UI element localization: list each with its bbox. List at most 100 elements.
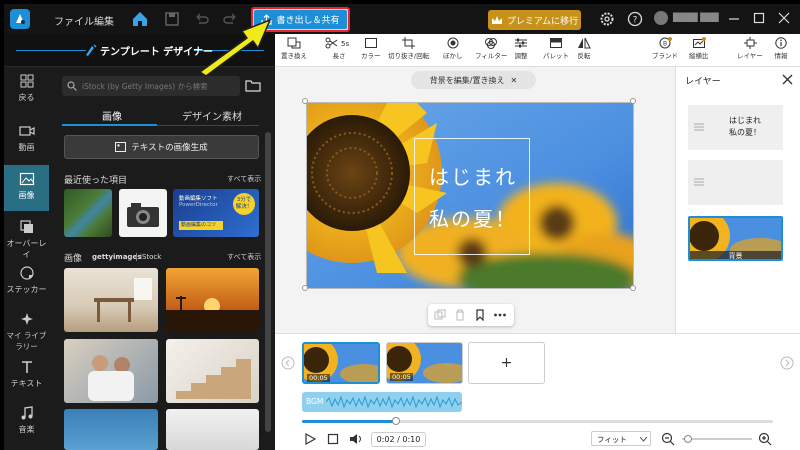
- canvas-text-line1[interactable]: はじまれ: [415, 161, 531, 190]
- duplicate-icon[interactable]: [434, 309, 446, 321]
- resize-handle[interactable]: [630, 98, 636, 104]
- tool-info[interactable]: 情報: [774, 37, 788, 60]
- tool-layers[interactable]: レイヤー: [737, 37, 763, 60]
- export-label: 書き出し＆共有: [276, 16, 340, 26]
- menu-file[interactable]: ファイル: [54, 13, 94, 28]
- svg-text:B: B: [663, 41, 667, 48]
- zoom-slider-track[interactable]: [682, 435, 752, 443]
- ai-image-generate-button[interactable]: テキストの画像生成: [64, 135, 259, 159]
- tool-crop-rotate[interactable]: 切り抜き/回転: [388, 37, 429, 60]
- layer-item-background[interactable]: 背景: [688, 216, 783, 261]
- bgm-track[interactable]: BGM: [302, 392, 462, 412]
- layer-item-text[interactable]: はじまれ 私の夏！: [688, 105, 783, 150]
- volume-icon[interactable]: [349, 433, 363, 445]
- tool-filter[interactable]: フィルター: [475, 37, 507, 60]
- scroll-right-icon[interactable]: [780, 356, 794, 370]
- text-frame[interactable]: はじまれ 私の夏！: [414, 138, 530, 255]
- tool-brand[interactable]: B ブランド: [652, 37, 678, 60]
- rail-music[interactable]: 音楽: [4, 399, 49, 445]
- tool-blur[interactable]: ぼかし: [443, 37, 463, 60]
- resize-handle[interactable]: [302, 98, 308, 104]
- tool-flip[interactable]: 反転: [577, 37, 591, 60]
- images-show-all[interactable]: すべて表示: [227, 252, 261, 262]
- zoom-slider-knob[interactable]: [684, 435, 692, 443]
- rail-sticker[interactable]: ステッカー: [4, 259, 49, 305]
- image-thumb-sky[interactable]: [64, 409, 158, 450]
- tool-label: 反転: [577, 52, 591, 60]
- image-thumb-white[interactable]: [166, 409, 259, 450]
- tool-length[interactable]: 5s 長さ: [325, 37, 353, 60]
- timeline-clip-1[interactable]: 00:05: [302, 342, 380, 384]
- bookmark-icon[interactable]: [474, 309, 486, 321]
- drag-handle-icon[interactable]: [694, 123, 704, 131]
- design-canvas[interactable]: はじまれ 私の夏！: [306, 102, 634, 289]
- progress-knob[interactable]: [392, 417, 401, 425]
- avatar[interactable]: [654, 11, 668, 25]
- close-layers-icon[interactable]: [782, 74, 793, 85]
- maximize-icon[interactable]: [752, 11, 766, 28]
- replace-background-label: 背景を編集/置き換え: [429, 75, 505, 85]
- ad-badge-text: 解決！: [235, 204, 253, 210]
- clip-2-duration: 00:05: [390, 373, 413, 381]
- progress-track[interactable]: [302, 417, 773, 425]
- clip-1-duration: 00:05: [307, 374, 330, 382]
- drag-handle-icon[interactable]: [694, 178, 704, 186]
- zoom-fit-select[interactable]: フィット: [591, 431, 651, 446]
- edit-toolbar: 置き換え 5s 長さ カラー 切り抜き/回転 ぼかし フィルター 調整 パレット …: [275, 34, 800, 67]
- recent-thumb-camera[interactable]: [119, 189, 167, 237]
- panel-scrollbar[interactable]: [265, 132, 271, 432]
- rail-overlay[interactable]: オーバーレイ: [4, 213, 49, 259]
- tool-label: 縦横比: [689, 52, 709, 60]
- recent-thumb-ad[interactable]: 動画編集ソフト PowerDirector 3分で 解決！ 動画編集のコツ: [173, 189, 259, 237]
- resize-handle[interactable]: [630, 285, 636, 291]
- zoom-out-icon[interactable]: [661, 432, 675, 446]
- rail-back[interactable]: 戻る: [4, 67, 49, 113]
- image-thumb-couple[interactable]: [64, 339, 158, 403]
- tool-aspect[interactable]: 縦横比: [689, 37, 709, 60]
- close-icon[interactable]: [777, 11, 791, 28]
- overlay-icon: [19, 220, 33, 233]
- rail-label: 戻る: [18, 93, 35, 102]
- tool-palette[interactable]: パレット: [543, 37, 569, 60]
- replace-background-button[interactable]: 背景を編集/置き換え ✕: [411, 71, 536, 89]
- ai-image-icon: [115, 142, 127, 152]
- more-icon[interactable]: [493, 309, 507, 321]
- scroll-left-icon[interactable]: [281, 356, 295, 370]
- home-icon[interactable]: [131, 10, 149, 31]
- tool-replace[interactable]: 置き換え: [281, 37, 307, 60]
- tool-adjust[interactable]: 調整: [514, 37, 528, 60]
- rail-video[interactable]: 動画: [4, 117, 49, 163]
- save-icon[interactable]: [164, 11, 180, 30]
- progress-fill: [302, 420, 397, 423]
- delete-icon[interactable]: [454, 309, 466, 321]
- add-clip-button[interactable]: +: [468, 342, 545, 384]
- tab-image[interactable]: 画像: [102, 108, 122, 123]
- rail-image[interactable]: 画像: [4, 165, 49, 211]
- rail-text[interactable]: テキスト: [4, 353, 49, 399]
- premium-button[interactable]: プレミアムに移行: [488, 10, 581, 30]
- rail-label: 画像: [18, 191, 35, 200]
- image-thumb-dining[interactable]: [64, 268, 158, 332]
- play-icon[interactable]: [304, 433, 316, 445]
- image-thumb-sunset[interactable]: [166, 268, 259, 332]
- resize-handle[interactable]: [302, 285, 308, 291]
- help-icon[interactable]: ?: [627, 11, 643, 30]
- layers-panel: レイヤー はじまれ 私の夏！ 背景: [675, 67, 800, 333]
- timeline-clip-2[interactable]: 00:05: [386, 342, 463, 384]
- layer-item-empty[interactable]: [688, 160, 783, 205]
- zoom-in-icon[interactable]: [758, 432, 772, 446]
- minimize-icon[interactable]: [727, 11, 741, 28]
- rail-library[interactable]: マイ ライブラリー: [4, 305, 49, 351]
- menu-edit[interactable]: 編集: [94, 13, 114, 28]
- recent-show-all[interactable]: すべて表示: [227, 174, 261, 184]
- rail-label: 音楽: [18, 425, 35, 434]
- image-thumb-stairs[interactable]: [166, 339, 259, 403]
- close-replace-icon[interactable]: ✕: [511, 76, 518, 85]
- tab-design-material[interactable]: デザイン素材: [182, 108, 242, 123]
- recent-thumb-river[interactable]: [64, 189, 112, 237]
- tool-color[interactable]: カラー: [361, 37, 381, 60]
- canvas-text-line2[interactable]: 私の夏！: [415, 203, 531, 232]
- object-float-toolbar: [428, 304, 514, 326]
- settings-icon[interactable]: [599, 11, 615, 30]
- stop-icon[interactable]: [327, 433, 339, 445]
